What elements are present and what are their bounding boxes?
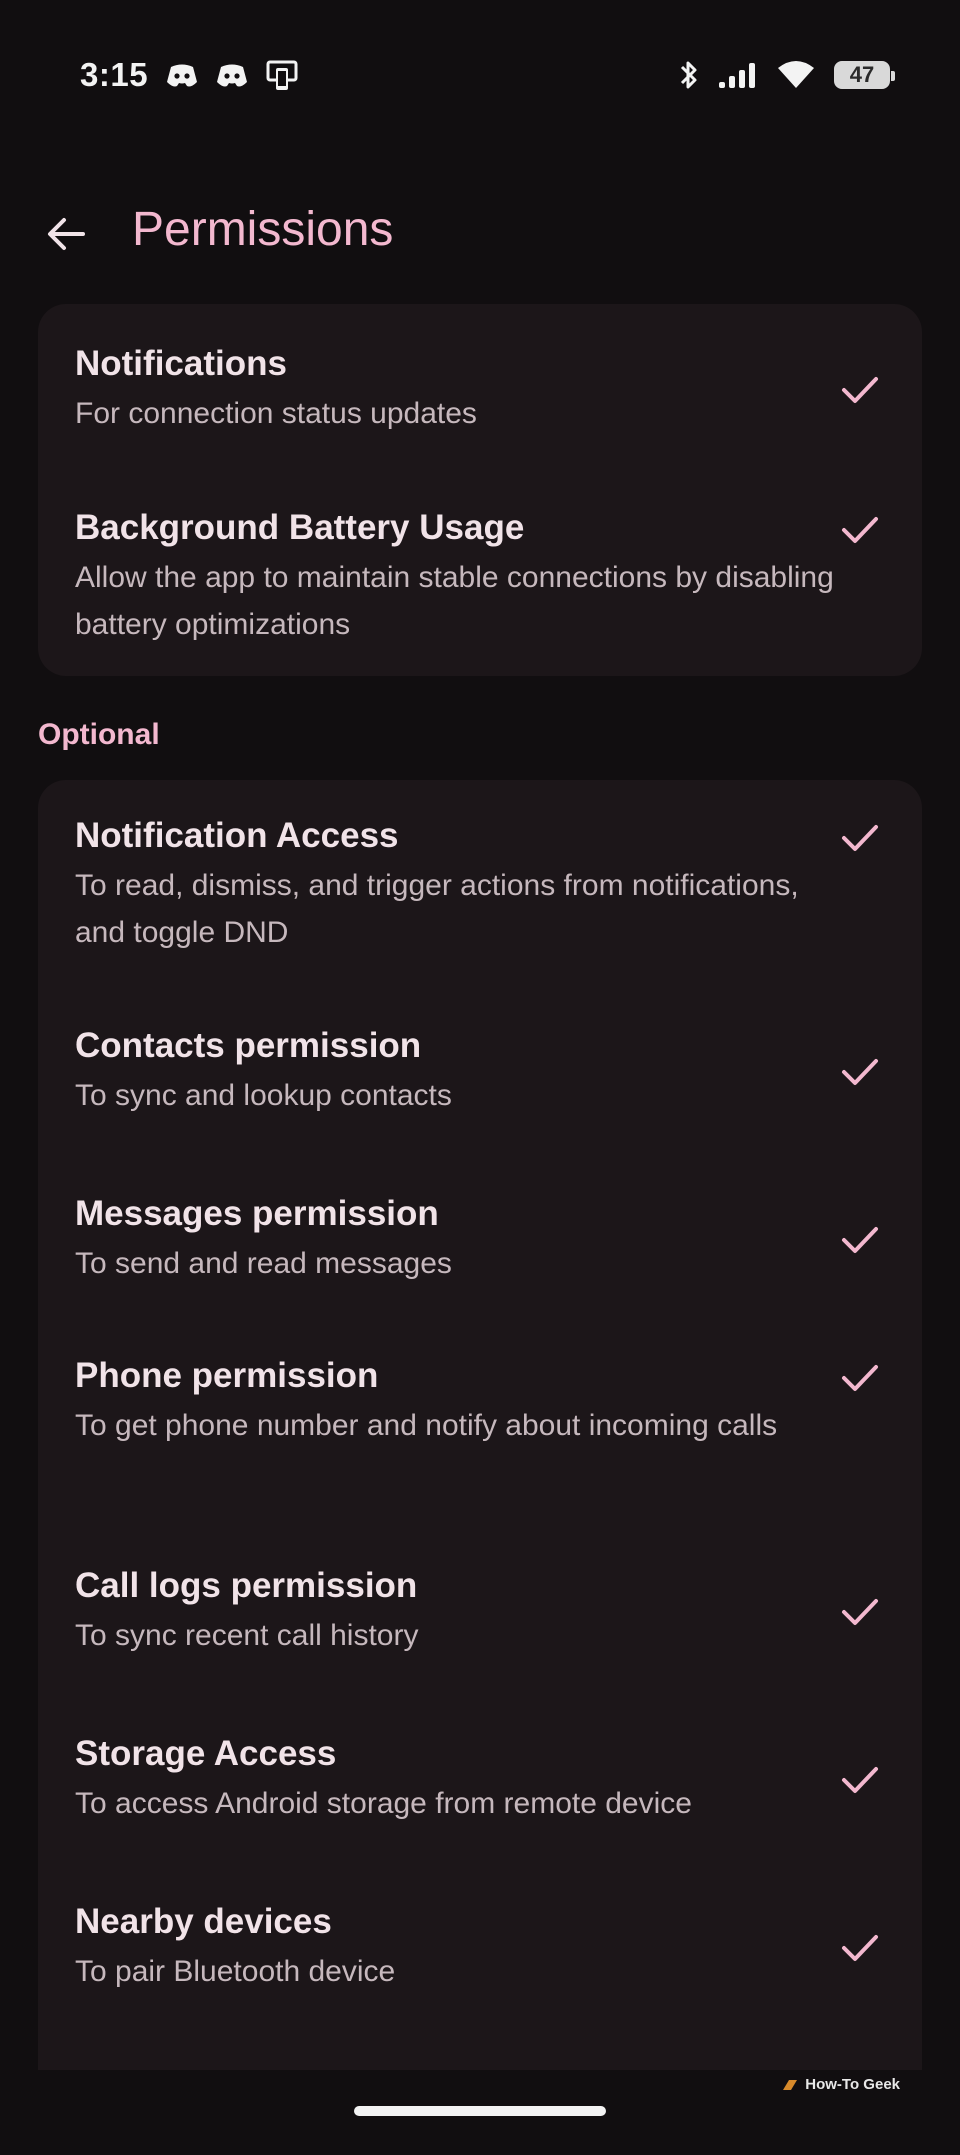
battery-level: 47: [849, 62, 875, 87]
permission-item-background-battery[interactable]: Background Battery Usage Allow the app t…: [38, 452, 922, 676]
permission-title: Call logs permission: [75, 1566, 418, 1605]
section-label-optional: Optional: [38, 718, 160, 751]
check-icon: [836, 1048, 884, 1096]
permission-item-notifications[interactable]: Notifications For connection status upda…: [38, 304, 922, 452]
status-notification-icons: [164, 60, 300, 92]
back-button[interactable]: [36, 204, 96, 264]
wifi-icon: [778, 61, 814, 88]
permission-title: Background Battery Usage: [75, 508, 525, 547]
discord-icon: [164, 60, 200, 92]
app-bar: Permissions: [0, 180, 960, 280]
permission-item-storage[interactable]: Storage Access To access Android storage…: [38, 1694, 922, 1862]
discord-icon: [214, 60, 250, 92]
permission-desc: To pair Bluetooth device: [75, 1955, 396, 1988]
bluetooth-icon: [680, 61, 697, 89]
permission-desc: To send and read messages: [75, 1247, 452, 1280]
permission-title: Phone permission: [75, 1356, 379, 1395]
permission-title: Contacts permission: [75, 1026, 422, 1065]
optional-permissions-card: Notification Access To read, dismiss, an…: [38, 780, 922, 2070]
check-icon: [836, 1756, 884, 1804]
permission-item-phone[interactable]: Phone permission To get phone number and…: [38, 1316, 922, 1526]
status-bar: 3:15 47: [0, 0, 960, 155]
check-icon: [836, 814, 884, 862]
permission-item-contacts[interactable]: Contacts permission To sync and lookup c…: [38, 984, 922, 1152]
arrow-back-icon: [48, 218, 85, 250]
check-icon: [836, 1924, 884, 1972]
permission-desc: For connection status updates: [75, 397, 477, 430]
required-permissions-card: Notifications For connection status upda…: [38, 304, 922, 676]
permission-item-messages[interactable]: Messages permission To send and read mes…: [38, 1152, 922, 1316]
permission-title: Nearby devices: [75, 1902, 332, 1941]
status-system-icons: 47: [678, 58, 895, 92]
permission-title: Storage Access: [75, 1734, 337, 1773]
permission-title: Notification Access: [75, 816, 399, 855]
check-icon: [836, 506, 884, 554]
permission-title: Notifications: [75, 344, 287, 383]
howtogeek-logo-icon: [783, 2079, 798, 2090]
permission-title: Messages permission: [75, 1194, 439, 1233]
check-icon: [836, 1216, 884, 1264]
permission-item-notification-access[interactable]: Notification Access To read, dismiss, an…: [38, 780, 922, 984]
permission-desc: To read, dismiss, and trigger actions fr…: [75, 869, 799, 949]
permission-desc: To get phone number and notify about inc…: [75, 1409, 778, 1442]
battery-indicator: 47: [834, 61, 895, 89]
permission-desc: To access Android storage from remote de…: [75, 1787, 692, 1820]
check-icon: [836, 366, 884, 414]
permission-desc: Allow the app to maintain stable connect…: [75, 561, 834, 641]
phone-link-icon: [264, 60, 300, 92]
status-time: 3:15: [80, 56, 149, 93]
watermark: How-To Geek: [781, 2076, 900, 2093]
signal-icon: [719, 63, 755, 88]
home-indicator[interactable]: [354, 2106, 606, 2116]
permission-desc: To sync and lookup contacts: [75, 1079, 452, 1112]
permission-desc: To sync recent call history: [75, 1619, 419, 1652]
check-icon: [836, 1588, 884, 1636]
permission-item-nearby-devices[interactable]: Nearby devices To pair Bluetooth device: [38, 1862, 922, 2030]
page-title: Permissions: [132, 203, 394, 256]
watermark-text: How-To Geek: [805, 2076, 900, 2093]
check-icon: [836, 1354, 884, 1402]
permission-item-call-logs[interactable]: Call logs permission To sync recent call…: [38, 1526, 922, 1694]
